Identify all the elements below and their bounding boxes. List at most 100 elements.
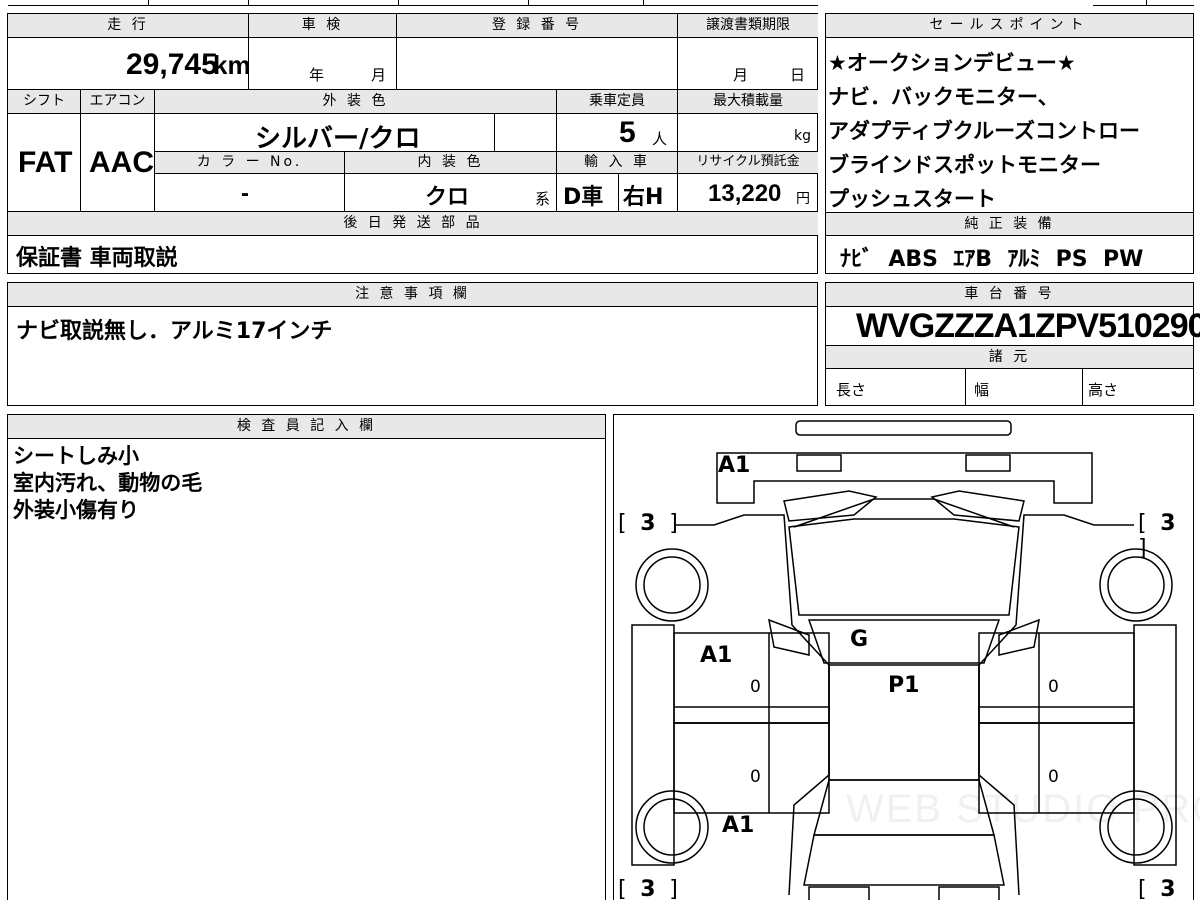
- int-color-label: 内 装 色: [345, 152, 557, 174]
- tire-rr-value: 3: [1160, 877, 1176, 900]
- inspector-box: 検 査 員 記 入 欄 シートしみ小 室内汚れ、動物の毛 外装小傷有り: [7, 414, 606, 900]
- windshield: [807, 619, 1001, 664]
- inspector-line: 外装小傷有り: [13, 498, 139, 522]
- int-color-cell: クロ 系: [345, 174, 557, 212]
- length-cell: 長さ: [826, 369, 966, 405]
- ac-cell: AAC: [81, 114, 155, 212]
- capacity-cell: 5 人: [557, 114, 678, 152]
- tire-mark-rear-left: [ 3 ]: [618, 877, 678, 900]
- ext-color-value: シルバー/クロ: [255, 124, 421, 154]
- max-load-unit: kg: [794, 128, 811, 144]
- wheel-rear-left-inner: [643, 798, 701, 856]
- fog-lamp-right: [965, 454, 1011, 472]
- ext-color-label: 外 装 色: [155, 90, 557, 114]
- wheel-rear-left: [635, 790, 709, 864]
- capacity-value: 5: [619, 116, 636, 149]
- spec-label: 諸 元: [826, 345, 1193, 369]
- tire-rl-value: 3: [640, 877, 656, 900]
- bracket-close: ]: [669, 877, 678, 900]
- capacity-unit: 人: [652, 130, 668, 148]
- mark-zero-left-rear: 0: [750, 767, 761, 787]
- mark-zero-right-front: 0: [1048, 677, 1059, 697]
- sales-line: プッシュスタート: [828, 187, 996, 211]
- tire-mark-front-right: [ 3 ]: [1138, 511, 1193, 561]
- import-label: 輸 入 車: [557, 152, 678, 174]
- fog-lamp-left: [796, 454, 842, 472]
- transfer-month: 月: [733, 66, 749, 84]
- tire-mark-front-left: [ 3 ]: [618, 511, 678, 536]
- import-cell: D車: [557, 174, 619, 212]
- wheel-front-left-inner: [643, 556, 701, 614]
- chassis-label: 車 台 番 号: [826, 283, 1193, 307]
- car-diagram-box: A1 G A1 P1 A1 [ 3 ] [ 3 ] [ 3 ] [ 3 ] 0 …: [613, 414, 1200, 900]
- ac-value: AAC: [89, 146, 154, 179]
- inspector-line: シートしみ小: [13, 444, 139, 468]
- shaken-label: 車 検: [249, 14, 397, 38]
- sales-point-box: セールスポイント ★オークションデビュー★ ナビ．バックモニター、 アダプティブ…: [825, 13, 1194, 274]
- inspector-line: 室内汚れ、動物の毛: [13, 471, 203, 495]
- mileage-unit: km: [213, 50, 251, 80]
- width-label: 幅: [974, 381, 990, 399]
- bracket-open: [: [1138, 511, 1147, 536]
- hood: [788, 518, 1020, 616]
- watermark: WEB STUDIO PRO: [846, 787, 1200, 831]
- later-parts-value: 保証書 車両取説: [16, 246, 178, 271]
- width-cell: 幅: [966, 369, 1083, 405]
- int-color-value: クロ: [425, 185, 470, 210]
- bracket-open: [: [618, 877, 627, 900]
- sales-point-lines: ★オークションデビュー★ ナビ．バックモニター、 アダプティブクルーズコントロー…: [828, 46, 1140, 216]
- mark-zero-right-rear: 0: [1048, 767, 1059, 787]
- mark-zero-left-front: 0: [750, 677, 761, 697]
- equipment-value: ﾅﾋﾞ ABS ｴｱB ｱﾙﾐ PS PW: [840, 247, 1144, 272]
- later-parts-label: 後 日 発 送 部 品: [8, 212, 818, 236]
- headlight-left: [783, 490, 878, 522]
- transfer-cell: 月 日: [678, 38, 818, 90]
- registration-label: 登 録 番 号: [397, 14, 678, 38]
- recycle-label: リサイクル預託金: [678, 152, 818, 174]
- color-no-value: -: [241, 180, 249, 207]
- recycle-cell: 13,220 円: [678, 174, 818, 212]
- bracket-open: [: [1138, 877, 1147, 900]
- inspector-notes: シートしみ小 室内汚れ、動物の毛 外装小傷有り: [13, 443, 202, 524]
- front-spoiler: [795, 420, 1012, 436]
- front-bumper: [716, 452, 1093, 504]
- shift-value: FAT: [18, 146, 73, 179]
- recycle-value: 13,220: [708, 180, 782, 207]
- mark-left-rear: A1: [722, 813, 755, 838]
- ext-color-extra-cell: [495, 114, 557, 152]
- equipment-label: 純 正 装 備: [826, 212, 1193, 236]
- length-label: 長さ: [836, 381, 867, 399]
- sales-line: ナビ．バックモニター、: [828, 85, 1059, 109]
- sales-line: ブラインドスポットモニター: [828, 153, 1101, 177]
- mileage-cell: 29,745 km: [8, 38, 251, 90]
- mark-left-front-door: A1: [700, 643, 733, 668]
- inspector-label: 検 査 員 記 入 欄: [8, 415, 605, 439]
- shaken-cell: 年 月: [249, 38, 397, 90]
- transfer-deadline-label: 譲渡書類期限: [678, 14, 818, 38]
- headlight-right: [930, 490, 1025, 522]
- max-load-label: 最大積載量: [678, 90, 818, 114]
- sales-line: ★オークションデビュー★: [828, 51, 1076, 75]
- mark-roof: P1: [888, 673, 920, 698]
- mark-hood: G: [850, 627, 869, 652]
- rear-bumper-left: [808, 886, 870, 900]
- wheel-front-right-inner: [1107, 556, 1165, 614]
- shift-label: シフト: [8, 90, 81, 114]
- tire-fl-value: 3: [640, 511, 656, 536]
- mileage-value: 29,745: [126, 48, 218, 81]
- bracket-open: [: [618, 511, 627, 536]
- mileage-label: 走 行: [8, 14, 249, 38]
- chassis-box: 車 台 番 号 WVGZZZA1ZPV510290 諸 元 長さ 幅 高さ: [825, 282, 1200, 406]
- notes-value: ナビ取説無し．アルミ17インチ: [16, 319, 333, 344]
- notes-label: 注 意 事 項 欄: [8, 283, 817, 307]
- chassis-number: WVGZZZA1ZPV510290: [856, 307, 1200, 345]
- capacity-label: 乗車定員: [557, 90, 678, 114]
- left-sill: [631, 624, 675, 866]
- tire-mark-rear-right: [ 3 ]: [1138, 877, 1193, 900]
- color-no-label: カ ラ ー No.: [155, 152, 345, 174]
- recycle-unit: 円: [796, 191, 810, 207]
- sales-point-label: セールスポイント: [826, 14, 1193, 38]
- notes-box: 注 意 事 項 欄 ナビ取説無し．アルミ17インチ: [7, 282, 818, 406]
- trunk: [803, 834, 1005, 886]
- ext-color-cell: シルバー/クロ: [155, 114, 495, 154]
